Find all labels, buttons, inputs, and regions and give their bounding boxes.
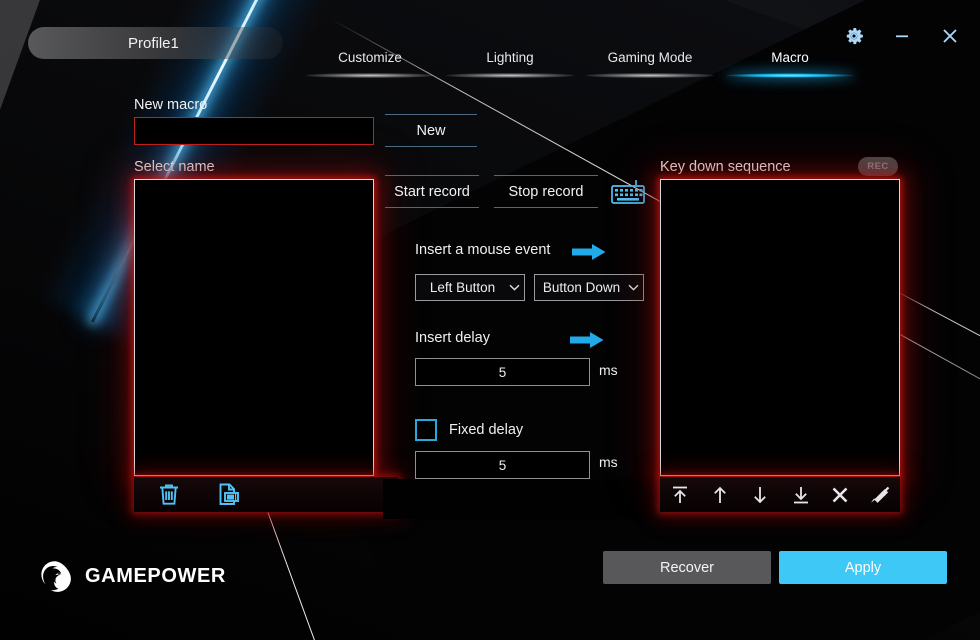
move-to-top-icon[interactable] <box>668 483 692 507</box>
tab-label: Customize <box>338 50 402 65</box>
profile-name: Profile1 <box>128 34 179 52</box>
mouse-button-value: Left Button <box>429 280 496 295</box>
minimize-icon[interactable] <box>886 20 918 52</box>
macro-list-toolbar <box>134 477 398 512</box>
tab-underline <box>445 73 575 78</box>
key-sequence-list[interactable] <box>660 179 900 476</box>
tab-underline-active <box>725 73 855 78</box>
new-macro-label: New macro <box>134 97 208 113</box>
fixed-delay-row[interactable]: Fixed delay <box>415 419 523 441</box>
keyboard-icon[interactable] <box>608 178 648 208</box>
move-down-icon[interactable] <box>748 483 772 507</box>
key-sequence-toolbar <box>660 477 900 512</box>
application-window: Profile1 Customize Lighting Gaming Mode … <box>0 0 980 640</box>
chevron-down-icon <box>628 284 639 291</box>
tab-gaming-mode[interactable]: Gaming Mode <box>580 46 720 80</box>
tab-label: Lighting <box>486 50 534 65</box>
tab-label: Macro <box>771 50 809 65</box>
profile-selector[interactable]: Profile1 <box>28 27 283 59</box>
tab-lighting[interactable]: Lighting <box>440 46 580 80</box>
tab-macro[interactable]: Macro <box>720 46 860 80</box>
close-icon[interactable] <box>934 20 966 52</box>
insert-mouse-event-label: Insert a mouse event <box>415 242 551 258</box>
brand-logo: GAMEPOWER <box>38 560 226 592</box>
gamepower-mark-icon <box>38 560 72 592</box>
delete-x-icon[interactable] <box>829 484 851 506</box>
tab-underline <box>305 73 435 78</box>
fixed-delay-input[interactable] <box>415 451 590 479</box>
insert-delay-label: Insert delay <box>415 330 490 346</box>
fixed-delay-label: Fixed delay <box>449 422 524 438</box>
rec-badge: REC <box>858 157 898 176</box>
key-sequence-title: Key down sequence <box>660 159 791 175</box>
fixed-delay-unit: ms <box>599 454 618 470</box>
brand-name: GAMEPOWER <box>85 564 226 587</box>
tab-label: Gaming Mode <box>607 50 693 65</box>
chevron-down-icon <box>509 284 520 291</box>
new-macro-button[interactable]: New <box>385 114 477 147</box>
mouse-action-value: Button Down <box>542 280 621 295</box>
move-up-icon[interactable] <box>708 483 732 507</box>
arrow-right-icon <box>570 331 604 354</box>
apply-button[interactable]: Apply <box>779 551 947 584</box>
trash-icon[interactable] <box>156 481 182 508</box>
tab-underline <box>585 73 715 78</box>
select-name-label: Select name <box>134 159 215 175</box>
move-to-bottom-icon[interactable] <box>789 483 813 507</box>
insert-delay-input[interactable] <box>415 358 590 386</box>
start-record-button[interactable]: Start record <box>385 175 479 208</box>
fixed-delay-checkbox[interactable] <box>415 419 437 441</box>
panel-mask <box>383 479 653 519</box>
rename-icon[interactable] <box>216 481 243 508</box>
macro-list[interactable] <box>134 179 374 476</box>
new-macro-input[interactable] <box>134 117 374 145</box>
stop-record-button[interactable]: Stop record <box>494 175 598 208</box>
main-tabs: Customize Lighting Gaming Mode Macro <box>300 46 860 80</box>
mouse-button-select[interactable]: Left Button <box>415 274 525 301</box>
arrow-right-icon <box>572 243 606 266</box>
recover-button[interactable]: Recover <box>603 551 771 584</box>
insert-delay-unit: ms <box>599 362 618 378</box>
tab-customize[interactable]: Customize <box>300 46 440 80</box>
clear-all-icon[interactable] <box>867 482 892 507</box>
mouse-action-select[interactable]: Button Down <box>534 274 644 301</box>
